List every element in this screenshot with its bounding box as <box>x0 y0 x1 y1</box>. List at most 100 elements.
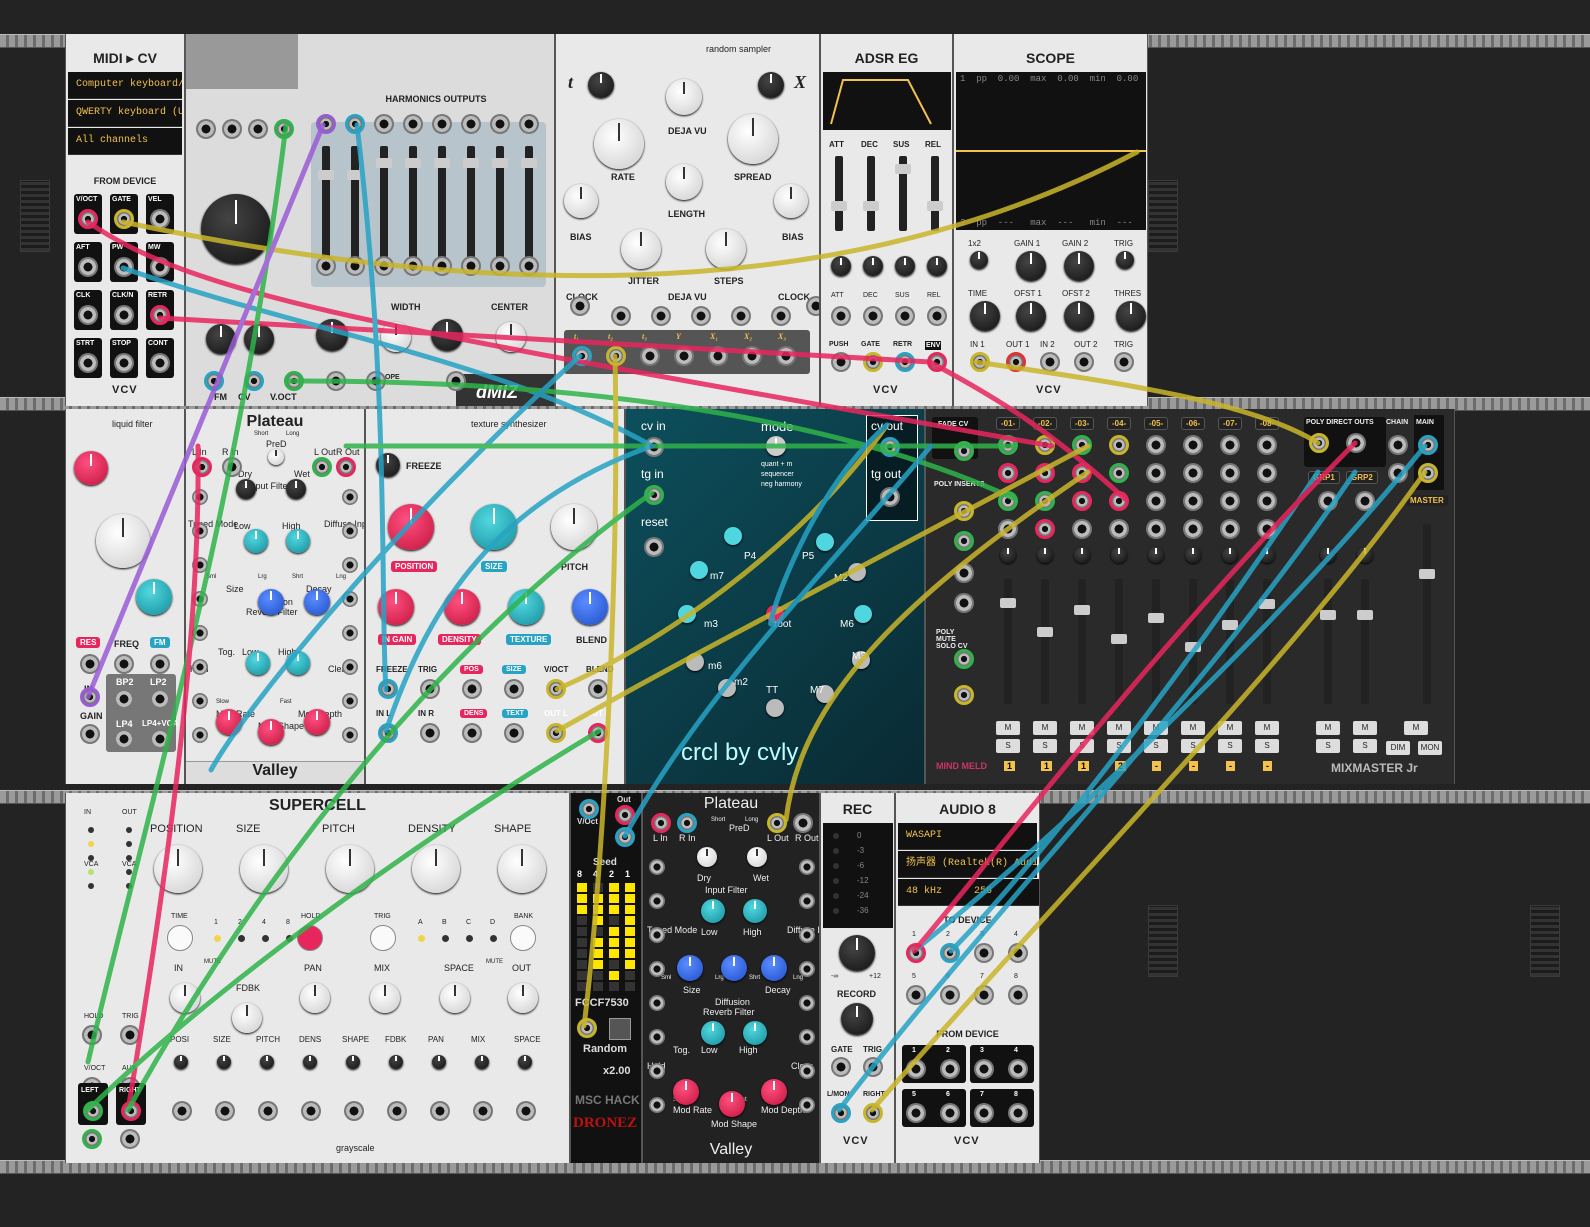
cv-input-jack[interactable] <box>799 927 815 943</box>
scope-jack[interactable] <box>1006 352 1026 372</box>
channel-input-jack[interactable] <box>1146 463 1166 483</box>
cv-input-jack[interactable] <box>192 591 208 607</box>
note-toggle[interactable] <box>690 561 708 579</box>
note-toggle[interactable] <box>724 527 742 545</box>
texture-jack[interactable] <box>378 679 398 699</box>
channel-input-jack[interactable] <box>1109 519 1129 539</box>
midi-output-jack[interactable] <box>150 209 170 229</box>
seed-bit-cell[interactable] <box>625 905 635 914</box>
channel-fader[interactable] <box>1222 579 1238 704</box>
plateau-knob[interactable] <box>721 955 747 981</box>
channel-input-jack[interactable] <box>1257 491 1277 511</box>
plateau-knob[interactable] <box>268 449 284 465</box>
plateau-knob[interactable] <box>677 955 703 981</box>
cv-input-jack[interactable] <box>799 995 815 1011</box>
harmonic-out-jack[interactable] <box>403 114 423 134</box>
channel-input-jack[interactable] <box>1220 519 1240 539</box>
cv-knob[interactable] <box>244 324 274 354</box>
insert-jack[interactable] <box>954 441 974 461</box>
seed-bit-cell[interactable] <box>593 916 603 925</box>
pan-knob[interactable] <box>1074 547 1090 563</box>
channel-input-jack[interactable] <box>1072 519 1092 539</box>
cv-attenuator-knob[interactable] <box>475 1055 489 1069</box>
midi-channel-select[interactable]: All channels <box>68 128 182 155</box>
cv-input-jack[interactable] <box>192 727 208 743</box>
solo-button[interactable]: S <box>1181 739 1205 753</box>
envelope-slider[interactable] <box>831 156 847 231</box>
seed-bit-cell[interactable] <box>625 949 635 958</box>
tg-in-jack[interactable] <box>644 485 664 505</box>
cv-input-jack[interactable] <box>215 1101 235 1121</box>
bias-knob[interactable] <box>774 184 808 218</box>
cv-input-jack[interactable] <box>691 306 711 326</box>
channel-fader[interactable] <box>1074 579 1090 704</box>
harmonic-slider[interactable] <box>347 146 363 266</box>
harmonic-cv-jack[interactable] <box>403 256 423 276</box>
lp4-out-jack[interactable] <box>114 729 134 749</box>
texture-jack[interactable] <box>462 723 482 743</box>
center-knob[interactable] <box>496 322 526 352</box>
seed-bit-cell[interactable] <box>577 894 587 903</box>
cv-attenuator-knob[interactable] <box>518 1055 532 1069</box>
insert-jack[interactable] <box>954 501 974 521</box>
channel-fader[interactable] <box>1148 579 1164 704</box>
seed-bit-cell[interactable] <box>577 916 587 925</box>
midi-output-jack[interactable] <box>114 305 134 325</box>
channel-input-jack[interactable] <box>998 463 1018 483</box>
t-mode-knob[interactable] <box>588 72 614 98</box>
cv-input-jack[interactable] <box>446 371 466 391</box>
channel-fader[interactable] <box>1037 579 1053 704</box>
channel-fader[interactable] <box>1111 579 1127 704</box>
to-device-jack[interactable] <box>940 943 960 963</box>
solo-button[interactable]: S <box>1107 739 1131 753</box>
audio-driver-select[interactable]: WASAPI <box>898 823 1037 850</box>
clock-input-jack[interactable] <box>806 296 819 316</box>
scope-jack[interactable] <box>970 352 990 372</box>
cv-input-jack[interactable] <box>799 1063 815 1079</box>
seed-bit-cell[interactable] <box>593 960 603 969</box>
channel-input-jack[interactable] <box>1146 491 1166 511</box>
channel-input-jack[interactable] <box>1072 463 1092 483</box>
harmonic-slider[interactable] <box>405 146 421 266</box>
waveform-out-jack[interactable] <box>196 119 216 139</box>
texture-jack[interactable] <box>420 723 440 743</box>
cv-input-jack[interactable] <box>649 1097 665 1113</box>
cv-attenuator-knob[interactable] <box>895 256 915 276</box>
cv-attenuator-knob[interactable] <box>432 1055 446 1069</box>
plateau-knob[interactable] <box>216 709 242 735</box>
harmonic-cv-jack[interactable] <box>345 256 365 276</box>
audio-device-select[interactable]: 扬声器 (Realtek(R) Audio) <box>898 851 1037 878</box>
cv-input-jack[interactable] <box>649 961 665 977</box>
channel-input-jack[interactable] <box>1257 435 1277 455</box>
texture-jack[interactable] <box>504 723 524 743</box>
cv-attenuator-knob[interactable] <box>346 1055 360 1069</box>
midi-output-jack[interactable] <box>78 209 98 229</box>
lp2-out-jack[interactable] <box>150 689 170 709</box>
harmonic-out-jack[interactable] <box>345 114 365 134</box>
main-right-jack[interactable] <box>1418 463 1438 483</box>
midi-output-jack[interactable] <box>114 353 134 373</box>
density-knob[interactable] <box>444 589 480 625</box>
supercell-knob[interactable] <box>498 845 546 893</box>
master-mute-button[interactable]: M <box>1404 721 1428 735</box>
frequency-knob[interactable] <box>201 194 271 264</box>
sampler-output-jack[interactable] <box>708 346 728 366</box>
note-toggle[interactable] <box>678 605 696 623</box>
seed-bit-cell[interactable] <box>593 971 603 980</box>
cv-attenuator-knob[interactable] <box>863 256 883 276</box>
supercell-knob[interactable] <box>370 983 400 1013</box>
cv-input-jack[interactable] <box>284 371 304 391</box>
envelope-jack[interactable] <box>927 352 947 372</box>
cv-input-jack[interactable] <box>651 306 671 326</box>
seed-bit-cell[interactable] <box>625 971 635 980</box>
supercell-knob[interactable] <box>240 845 288 893</box>
seed-bit-cell[interactable] <box>609 971 619 980</box>
group-solo-button[interactable]: S <box>1316 739 1340 753</box>
cv-input-jack[interactable] <box>192 693 208 709</box>
group-pan-knob[interactable] <box>1357 547 1373 563</box>
cv-input-jack[interactable] <box>342 659 358 675</box>
cv-input-jack[interactable] <box>326 371 346 391</box>
scope-knob[interactable] <box>1016 251 1046 281</box>
supercell-input-jack[interactable] <box>82 1025 102 1045</box>
seed-bit-cell[interactable] <box>593 894 603 903</box>
